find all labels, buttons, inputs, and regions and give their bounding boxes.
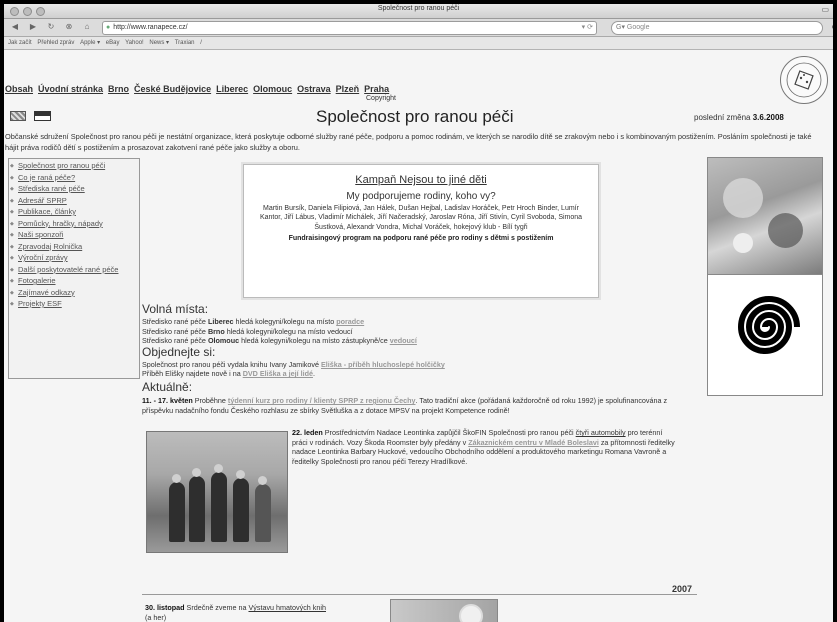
sidebar-item-co-je-rana-pece[interactable]: Co je raná péče? xyxy=(9,173,139,183)
nav-link-uvodni-stranka[interactable]: Úvodní stránka xyxy=(38,84,103,94)
bookmark-item[interactable]: Jak začít xyxy=(8,40,32,46)
customer-center-link[interactable]: Zákaznickém centru v Mladé Boleslavi xyxy=(468,438,599,447)
campaign-footer: Fundraisingový program na podporu rané p… xyxy=(288,235,554,243)
course-link[interactable]: týdenní kurz pro rodiny / klienty SPRP z… xyxy=(228,396,416,405)
reload-icon[interactable]: ↻ xyxy=(44,21,58,33)
sidebar-item-fotogalerie[interactable]: Fotogalerie xyxy=(9,276,139,286)
sidebar-item-projekty-esf[interactable]: Projekty ESF xyxy=(9,299,139,309)
dvd-link[interactable]: DVD Eliška a její lidé xyxy=(243,369,313,378)
archive-year: 2007 xyxy=(672,584,693,594)
sidebar-item-dalsi-poskytovatele[interactable]: Další poskytovatelé rané péče xyxy=(9,265,139,275)
address-url: http://www.ranapece.cz/ xyxy=(113,24,188,31)
news-date: 22. leden xyxy=(292,428,323,437)
web-page: Obsah Úvodní stránka Brno České Budějovice L… xyxy=(4,50,833,622)
bookmark-item[interactable]: Apple ▾ xyxy=(80,40,100,46)
campaign-box: Kampaň Nejsou to jiné děti My podporujem… xyxy=(243,164,599,298)
address-bar[interactable]: ● http://www.ranapece.cz/ ▾ ⟳ xyxy=(102,21,597,35)
news-item: 22. leden Prostřednictvím Nadace Leontin… xyxy=(292,428,675,466)
sidebar-item-spolecnost[interactable]: Společnost pro ranou péči xyxy=(9,161,139,171)
news-item: 30. listopad Srdečně zveme na Výstavu hm… xyxy=(145,603,326,622)
bookmark-item[interactable]: / xyxy=(200,40,202,46)
logo-emblem-icon xyxy=(786,62,822,98)
site-globe-icon: ● xyxy=(106,24,111,31)
bookmarks-bar: Jak začít Přehled zpráv Apple ▾ eBay Yah… xyxy=(4,37,833,50)
forward-icon[interactable]: ▶ xyxy=(26,21,40,33)
bookmark-item[interactable]: Yahoo! xyxy=(125,40,144,46)
sidebar-item-adresar[interactable]: Adresář SPRP xyxy=(9,196,139,206)
news-date: 30. listopad xyxy=(145,603,185,612)
volna-mista-heading: Volná místa: xyxy=(142,302,209,316)
bookmark-item[interactable]: eBay xyxy=(106,40,120,46)
news-date: 11. - 17. květen xyxy=(142,396,193,405)
toolbar-toggle-button[interactable]: ▭ xyxy=(821,5,829,14)
campaign-subtitle: My podporujeme rodiny, koho vy? xyxy=(346,191,496,202)
search-icon[interactable]: ⚲ xyxy=(831,22,833,34)
page-title: Společnost pro ranou péči xyxy=(316,107,514,126)
window-title: Společnost pro ranou péči xyxy=(377,5,460,12)
sidebar-item-sponzori[interactable]: Naši sponzoři xyxy=(9,230,139,240)
nav-link-liberec[interactable]: Liberec xyxy=(216,84,248,94)
sidebar-item-publikace[interactable]: Publikace, články xyxy=(9,207,139,217)
job-line: Středisko rané péče Brno hledá kolegyni/… xyxy=(142,326,353,336)
last-change-label: poslední změna xyxy=(694,113,751,122)
top-navigation: Obsah Úvodní stránka Brno České Budějovice L… xyxy=(5,84,394,94)
job-link-poradce[interactable]: poradce xyxy=(336,317,364,326)
search-field[interactable]: G▾ Google ⚲ xyxy=(611,21,833,35)
spiral-icon xyxy=(737,296,800,354)
bookmark-item[interactable]: Přehled zpráv xyxy=(37,40,74,46)
search-engine-icon[interactable]: G▾ xyxy=(616,24,625,31)
organization-logo[interactable] xyxy=(780,56,828,104)
bookmark-item[interactable]: Traxian xyxy=(175,40,195,46)
english-language-flag-icon[interactable] xyxy=(10,111,26,121)
sidebar-item-strediska[interactable]: Střediska rané péče xyxy=(9,184,139,194)
nav-link-obsah[interactable]: Obsah xyxy=(5,84,33,94)
bookmark-item[interactable]: News ▾ xyxy=(149,40,169,46)
nav-link-plzen[interactable]: Plzeň xyxy=(336,84,360,94)
browser-toolbar: ◀ ▶ ↻ ⊗ ⌂ ● http://www.ranapece.cz/ ▾ ⟳ G… xyxy=(4,19,833,37)
screenshot-frame: Společnost pro ranou péči ▭ ◀ ▶ ↻ ⊗ ⌂ ● h… xyxy=(0,0,837,622)
sidebar-item-vyrocni-zpravy[interactable]: Výroční zprávy xyxy=(9,253,139,263)
last-change-date: 3.6.2008 xyxy=(752,113,784,122)
job-line: Středisko rané péče Liberec hledá kolegy… xyxy=(142,317,365,326)
sidebar-item-pomucky[interactable]: Pomůcky, hračky, nápady xyxy=(9,219,139,229)
children-photo[interactable] xyxy=(707,157,823,276)
nav-link-ceske-budejovice[interactable]: České Budějovice xyxy=(134,84,211,94)
nav-link-olomouc[interactable]: Olomouc xyxy=(253,84,292,94)
search-placeholder: Google xyxy=(626,24,650,31)
sidebar-menu: Společnost pro ranou péči Co je raná péč… xyxy=(8,158,140,379)
news-item: 11. - 17. květen Proběhne týdenní kurz p… xyxy=(142,396,668,415)
job-link-vedouci[interactable]: vedoucí xyxy=(390,336,417,345)
aktualne-heading: Aktuálně: xyxy=(142,380,193,394)
objednejte-text: Společnost pro ranou péči vydala knihu I… xyxy=(142,360,445,379)
exhibition-photo[interactable] xyxy=(390,599,498,622)
cars-link[interactable]: čtyři automobily xyxy=(576,428,626,437)
volna-mista-list: Středisko rané péče Liberec hledá kolegy… xyxy=(142,317,417,346)
window-titlebar: Společnost pro ranou péči ▭ xyxy=(4,4,833,19)
nav-link-ostrava[interactable]: Ostrava xyxy=(297,84,331,94)
divider xyxy=(142,594,697,595)
sidebar-item-odkazy[interactable]: Zajímavé odkazy xyxy=(9,288,139,298)
nav-link-brno[interactable]: Brno xyxy=(108,84,129,94)
car-handover-photo[interactable] xyxy=(146,431,288,553)
campaign-title-link[interactable]: Kampaň Nejsou to jiné děti xyxy=(244,174,598,186)
german-language-flag-icon[interactable] xyxy=(34,111,51,121)
intro-paragraph: Občanské sdružení Společnost pro ranou p… xyxy=(5,132,812,152)
exhibition-link[interactable]: Výstavu hmatových knih xyxy=(248,603,326,612)
campaign-supporters: Martin Bursík, Daniela Filipiová, Jan Há… xyxy=(259,205,583,231)
objednejte-heading: Objednejte si: xyxy=(142,345,216,359)
browser-window: Společnost pro ranou péči ▭ ◀ ▶ ↻ ⊗ ⌂ ● h… xyxy=(4,4,833,622)
copyright-text: Copyright xyxy=(366,95,396,102)
book-link[interactable]: Eliška - příběh hluchoslepé holčičky xyxy=(321,360,445,369)
back-icon[interactable]: ◀ xyxy=(8,21,22,33)
stop-icon[interactable]: ⊗ xyxy=(62,21,76,33)
last-change: poslední změna 3.6.2008 xyxy=(694,113,784,122)
sidebar-item-zpravodaj[interactable]: Zpravodaj Rolnička xyxy=(9,242,139,252)
nav-link-praha[interactable]: Praha xyxy=(364,84,389,94)
rss-icon[interactable]: ▾ ⟳ xyxy=(582,22,593,34)
home-icon[interactable]: ⌂ xyxy=(80,21,94,33)
spiral-graphic[interactable] xyxy=(707,274,823,396)
